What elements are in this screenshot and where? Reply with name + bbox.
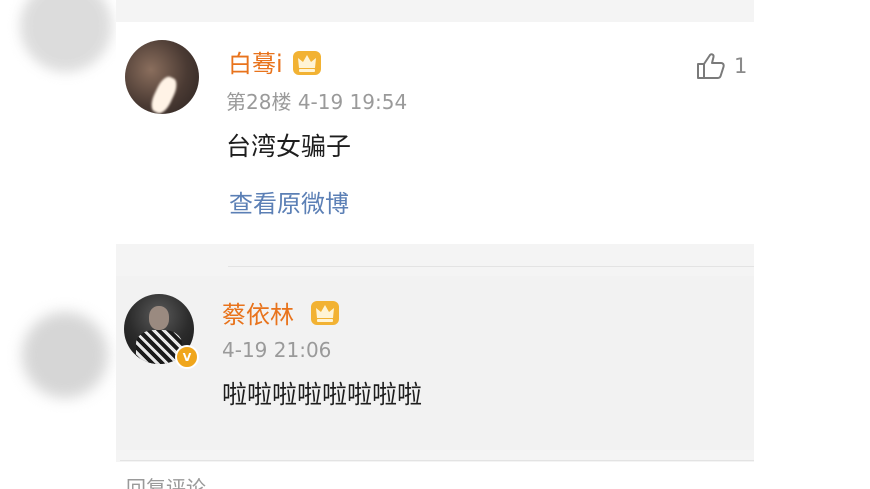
comment-date: 4-19 [222,338,268,362]
reply-comment-button[interactable]: 回复评论 [126,478,206,489]
avatar-image-detail [149,306,169,330]
divider [120,460,754,461]
comment-meta: 4-19 21:06 [222,340,331,360]
view-original-weibo-link[interactable]: 查看原微博 [229,192,349,216]
comment-time: 19:54 [349,90,408,114]
blurred-avatar-background [22,312,108,398]
comment-username[interactable]: 白蓦i [228,52,283,76]
like-count: 1 [734,53,748,78]
divider [228,266,754,267]
comment-meta: 第28楼 4-19 19:54 [226,92,407,112]
footer-bar [116,462,754,489]
verified-badge-icon: V [175,345,199,369]
comment-card [116,22,754,244]
comment-date: 4-19 [297,90,344,114]
comment-username[interactable]: 蔡依林 [222,303,294,327]
blurred-avatar-background [20,0,112,72]
screenshot-stage: 白蓦i 第28楼 4-19 19:54 1 台湾女骗子 查看原微博 V 蔡依林 … [0,0,870,489]
vip-crown-icon [293,51,321,75]
comment-text: 啦啦啦啦啦啦啦啦 [222,380,423,409]
vip-crown-icon [311,301,339,325]
comment-time: 21:06 [273,338,332,362]
avatar-image-detail [147,73,181,114]
like-button[interactable]: 1 [696,52,747,80]
comment-text: 台湾女骗子 [226,132,352,161]
comment-card [116,276,754,450]
avatar[interactable] [125,40,199,114]
floor-number: 第28楼 [226,90,292,114]
thumbs-up-icon[interactable] [696,52,726,80]
